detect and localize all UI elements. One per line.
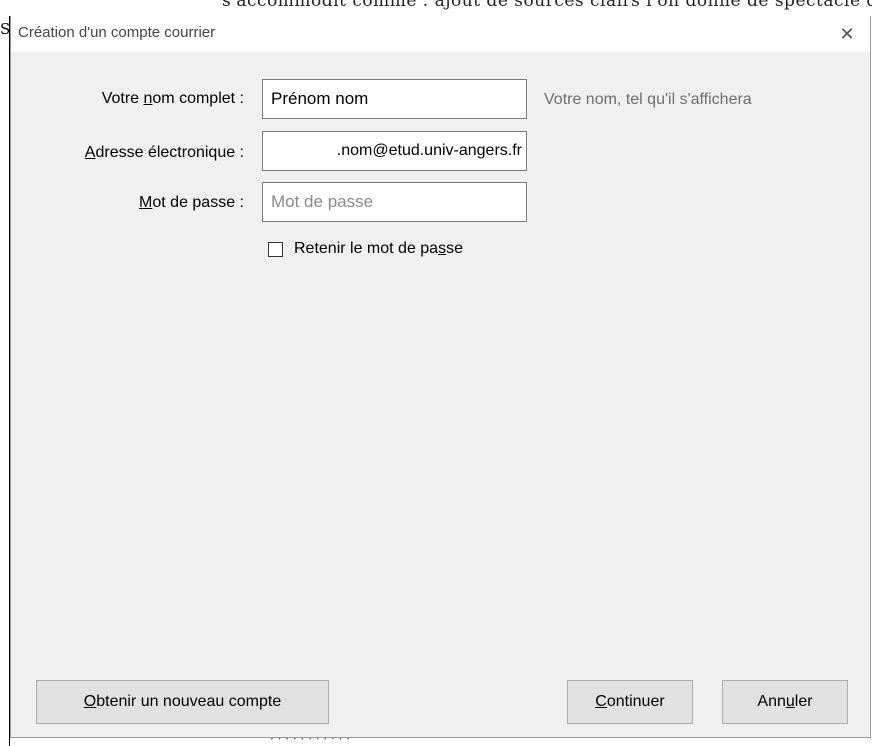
title-bar: Création d'un compte courrier ✕ <box>11 16 870 52</box>
background-text: s'accommodit comme . ajout de sources cl… <box>222 0 872 11</box>
email-label: Adresse électronique : <box>84 144 244 161</box>
password-input[interactable] <box>262 182 527 222</box>
background-window-top: s'accommodit comme . ajout de sources cl… <box>0 0 872 16</box>
full-name-hint: Votre nom, tel qu'il s'affichera <box>544 91 752 108</box>
background-window-left: S <box>0 16 10 746</box>
close-icon: ✕ <box>839 23 855 45</box>
continue-button[interactable]: Continuer <box>567 680 693 724</box>
password-label: Mot de passe : <box>139 194 244 211</box>
email-input[interactable] <box>262 131 527 171</box>
remember-password-label: Retenir le mot de passe <box>294 240 463 257</box>
full-name-label: Votre nom complet : <box>101 90 244 107</box>
checkbox-unchecked-icon[interactable] <box>268 241 283 257</box>
background-window-bottom: · · · · · · · · · · · <box>10 738 872 746</box>
full-name-input[interactable] <box>262 79 527 119</box>
dialog-title: Création d'un compte courrier <box>18 24 216 41</box>
remember-password-checkbox-row[interactable]: Retenir le mot de passe <box>268 240 463 258</box>
cancel-button[interactable]: Ann u ler <box>722 680 848 724</box>
get-new-account-button[interactable]: Obtenir un nouveau compte <box>36 680 329 724</box>
background-text-bottom: · · · · · · · · · · · <box>270 738 351 746</box>
close-button[interactable]: ✕ <box>824 16 870 52</box>
account-setup-dialog: Création d'un compte courrier ✕ Votre no… <box>10 16 871 738</box>
background-glyph: S <box>0 20 11 38</box>
